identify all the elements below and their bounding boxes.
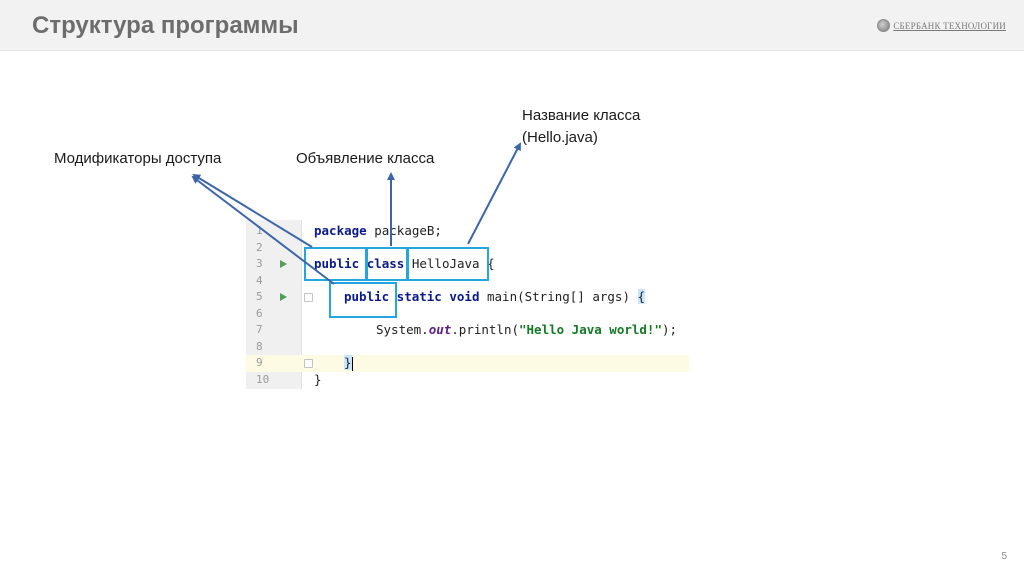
slide: Структура программы СБЕРБАНК ТЕХНОЛОГИИ … xyxy=(0,0,1024,574)
annotation-arrows xyxy=(191,142,521,285)
arrow-modifier-1 xyxy=(192,173,313,248)
page-number: 5 xyxy=(1001,551,1007,562)
arrow-class-name xyxy=(467,142,521,245)
arrow-modifier-2 xyxy=(191,175,335,285)
